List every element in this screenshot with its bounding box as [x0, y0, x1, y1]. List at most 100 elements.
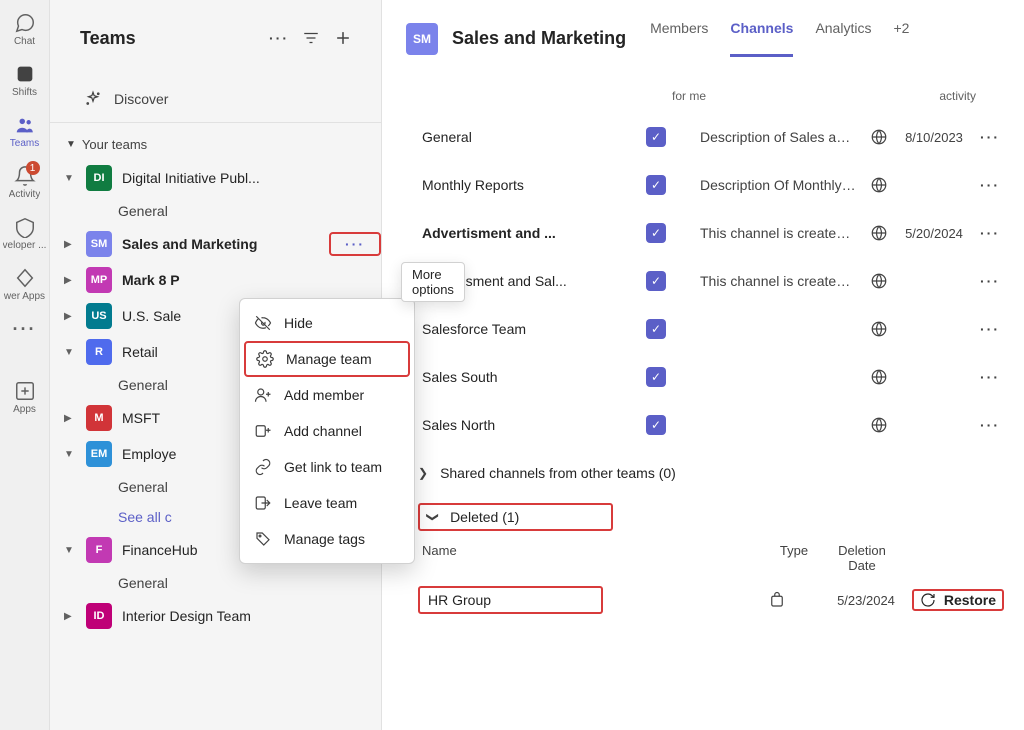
team-row[interactable]: ▼DIDigital Initiative Publ...	[50, 160, 381, 196]
last-activity: 8/10/2023	[902, 130, 966, 145]
show-for-me-toggle[interactable]: ✓	[646, 367, 666, 387]
channel-more-button[interactable]: ···	[980, 225, 1000, 241]
main-pane: SM Sales and Marketing Members Channels …	[382, 0, 1024, 730]
rail-shifts[interactable]: Shifts	[1, 57, 49, 104]
deleted-type-icon	[768, 591, 828, 609]
add-member-icon	[254, 386, 272, 404]
team-more-button[interactable]: ···	[329, 232, 381, 256]
more-options-tooltip: More options	[401, 262, 465, 302]
channel-list-row[interactable]: Advertisment and Sal...✓This channel is …	[382, 257, 1024, 305]
rail-activity[interactable]: 1 Activity	[1, 159, 49, 206]
caret-icon: ▼	[64, 545, 76, 556]
ctx-manage-team[interactable]: Manage team	[244, 341, 410, 377]
channel-list-row[interactable]: Advertisment and ... ✓ This channel is cre…	[382, 209, 1024, 257]
ctx-manage-tags[interactable]: Manage tags	[240, 521, 414, 557]
developer-icon	[14, 216, 36, 238]
team-avatar: F	[86, 537, 112, 563]
show-for-me-toggle[interactable]: ✓	[646, 223, 666, 243]
your-teams-label[interactable]: ▼ Your teams	[50, 123, 381, 160]
rail-powerapps[interactable]: wer Apps	[1, 261, 49, 308]
caret-icon: ▼	[64, 347, 76, 358]
gear-icon	[256, 350, 274, 368]
chevron-down-icon: ❯	[426, 512, 440, 522]
channel-name: Salesforce Team	[422, 321, 632, 337]
caret-icon: ▶	[64, 239, 76, 250]
new-team-button[interactable]	[327, 22, 359, 54]
channel-name: Sales North	[422, 417, 632, 433]
show-for-me-toggle[interactable]: ✓	[646, 319, 666, 339]
ctx-add-channel[interactable]: Add channel	[240, 413, 414, 449]
globe-icon	[870, 128, 888, 146]
restore-button[interactable]: Restore	[912, 589, 1004, 611]
team-name: Digital Initiative Publ...	[122, 170, 381, 186]
tab-overflow[interactable]: +2	[893, 20, 909, 57]
channel-more-button[interactable]: ···	[980, 321, 1000, 337]
restore-icon	[920, 592, 936, 608]
last-activity: 5/20/2024	[902, 226, 966, 241]
hide-icon	[254, 314, 272, 332]
rail-more[interactable]: ···	[1, 312, 49, 348]
channel-list-row[interactable]: Salesforce Team ✓ ···	[382, 305, 1024, 353]
sidebar-more-button[interactable]: ···	[263, 22, 295, 54]
teams-icon	[14, 114, 36, 136]
channel-more-button[interactable]: ···	[980, 273, 1000, 289]
globe-icon	[870, 272, 888, 290]
globe-icon	[870, 368, 888, 386]
rail-teams[interactable]: Teams	[1, 108, 49, 155]
ctx-leave-team[interactable]: Leave team	[240, 485, 414, 521]
channel-description: This channel is created fo...	[680, 273, 856, 289]
ctx-get-link[interactable]: Get link to team	[240, 449, 414, 485]
add-channel-icon	[254, 422, 272, 440]
sidebar-title: Teams	[80, 28, 263, 49]
shifts-icon	[14, 63, 36, 85]
team-row[interactable]: ▶SMSales and Marketing···	[50, 226, 381, 262]
channel-list-row[interactable]: Sales North ✓ ···	[382, 401, 1024, 449]
team-avatar: EM	[86, 441, 112, 467]
channel-list-row[interactable]: Sales South✓···	[382, 353, 1024, 401]
globe-icon	[870, 224, 888, 242]
channel-more-button[interactable]: ···	[980, 129, 1000, 145]
rail-apps[interactable]: Apps	[1, 374, 49, 421]
shared-channels-group[interactable]: ❯ Shared channels from other teams (0)	[382, 449, 1024, 497]
team-avatar: R	[86, 339, 112, 365]
show-for-me-toggle[interactable]: ✓	[646, 175, 666, 195]
deleted-date: 5/23/2024	[828, 593, 904, 608]
channel-list-row[interactable]: General✓Description of Sales and ...8/10…	[382, 113, 1024, 161]
globe-icon	[870, 416, 888, 434]
channel-more-button[interactable]: ···	[980, 417, 1000, 433]
tab-analytics[interactable]: Analytics	[815, 20, 871, 57]
rail-chat[interactable]: Chat	[1, 6, 49, 53]
channel-row[interactable]: General	[50, 196, 381, 226]
tab-channels[interactable]: Channels	[730, 20, 793, 57]
channel-list-row[interactable]: Monthly Reports✓Description Of Monthly R…	[382, 161, 1024, 209]
deleted-channels-group[interactable]: ❯ Deleted (1)	[382, 497, 1024, 537]
channel-description: This channel is created fo...	[680, 225, 856, 241]
filter-button[interactable]	[295, 22, 327, 54]
discover-row[interactable]: Discover	[50, 76, 381, 123]
show-for-me-toggle[interactable]: ✓	[646, 415, 666, 435]
main-tabs: Members Channels Analytics +2	[650, 20, 909, 57]
team-name: Mark 8 P	[122, 272, 381, 288]
globe-icon	[870, 176, 888, 194]
tab-members[interactable]: Members	[650, 20, 708, 57]
rail-developer[interactable]: veloper ...	[1, 210, 49, 257]
channel-row[interactable]: General	[50, 568, 381, 598]
channel-name: Advertisment and ...	[422, 225, 632, 241]
team-avatar: MP	[86, 267, 112, 293]
show-for-me-toggle[interactable]: ✓	[646, 127, 666, 147]
channel-more-button[interactable]: ···	[980, 369, 1000, 385]
team-name: Sales and Marketing	[122, 236, 319, 252]
caret-down-icon: ▼	[66, 139, 76, 150]
team-avatar: M	[86, 405, 112, 431]
deleted-columns: Name Type Deletion Date	[382, 537, 1024, 579]
ctx-add-member[interactable]: Add member	[240, 377, 414, 413]
team-avatar: ID	[86, 603, 112, 629]
powerapps-icon	[14, 267, 36, 289]
globe-icon	[870, 320, 888, 338]
channel-more-button[interactable]: ···	[980, 177, 1000, 193]
team-row[interactable]: ▶IDInterior Design Team	[50, 598, 381, 634]
ctx-hide[interactable]: Hide	[240, 305, 414, 341]
channel-name: Monthly Reports	[422, 177, 632, 193]
team-row[interactable]: ▶MPMark 8 P	[50, 262, 381, 298]
show-for-me-toggle[interactable]: ✓	[646, 271, 666, 291]
